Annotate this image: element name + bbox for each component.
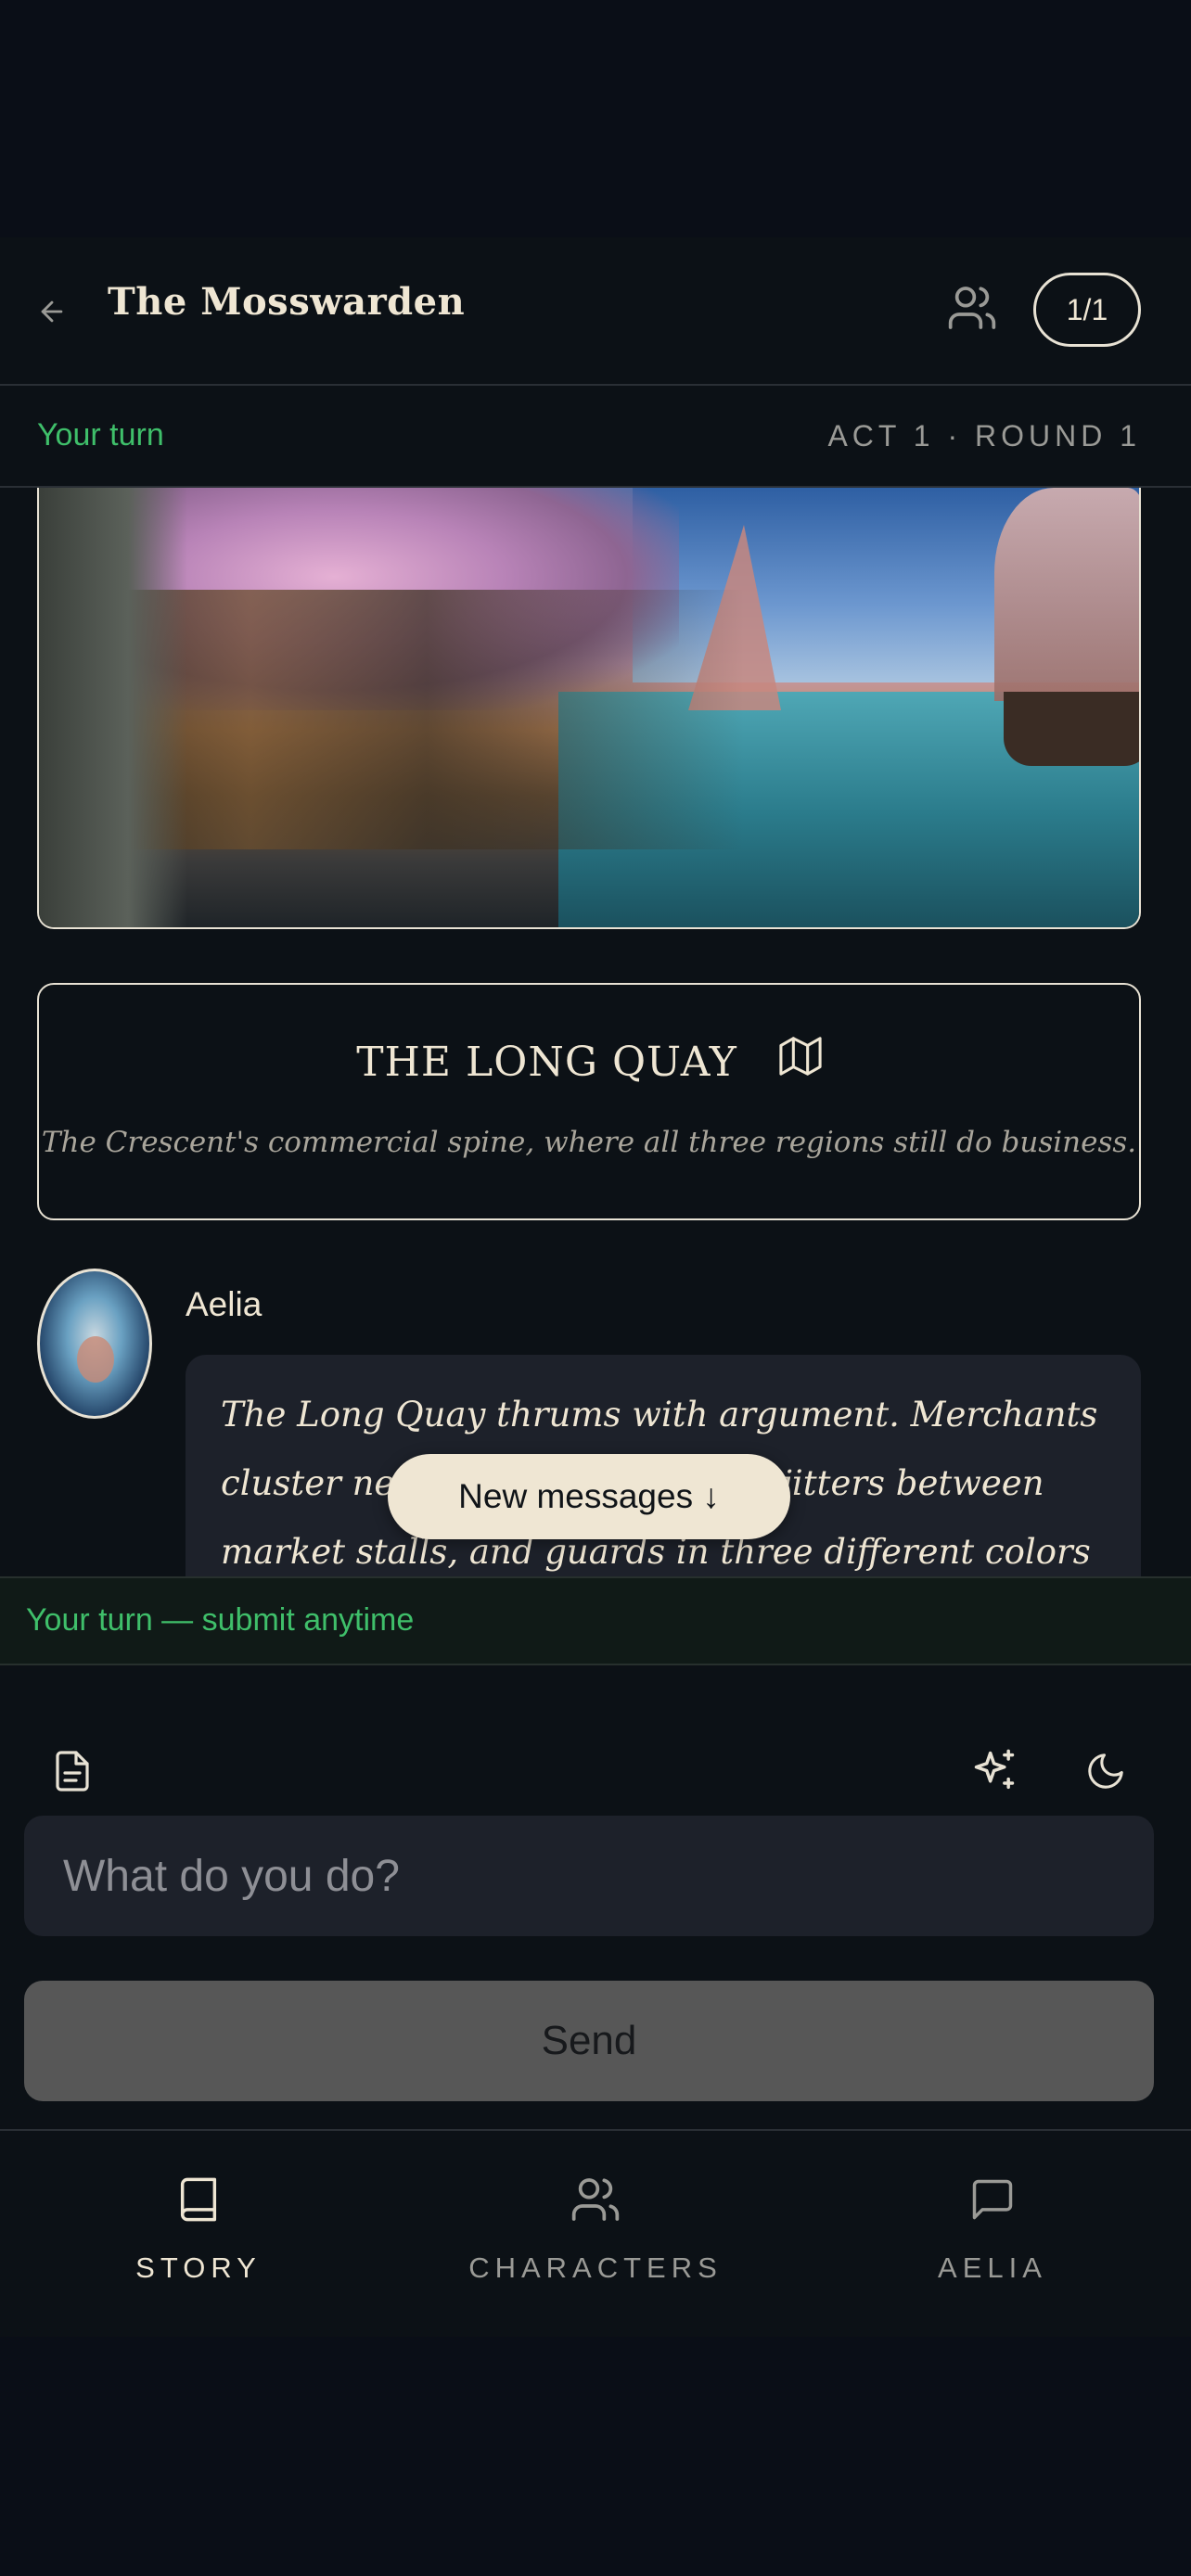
app-screen: The Mosswarden 1/1 Your turn ACT 1 · ROU…	[0, 237, 1191, 2337]
nav-item-aelia[interactable]: AELIA	[794, 2131, 1191, 2339]
users-icon	[568, 2172, 623, 2227]
page-title: The Mosswarden	[108, 280, 466, 324]
location-card: THE LONG QUAY The Crescent's commercial …	[37, 983, 1141, 1220]
ai-suggest-button[interactable]	[965, 1741, 1024, 1801]
notes-button[interactable]	[43, 1741, 102, 1801]
location-title-text: THE LONG QUAY	[356, 1039, 737, 1086]
location-description: The Crescent's commercial spine, where a…	[41, 1126, 1137, 1159]
location-title: THE LONG QUAY	[39, 1037, 1139, 1088]
nav-item-story[interactable]: STORY	[0, 2131, 397, 2339]
player-count-badge[interactable]: 1/1	[1033, 273, 1141, 347]
action-input[interactable]	[24, 1816, 1154, 1936]
new-messages-button[interactable]: New messages ↓	[388, 1454, 790, 1539]
nav-label-characters: CHARACTERS	[468, 2251, 723, 2284]
turn-label: Your turn	[37, 417, 164, 453]
users-icon	[948, 287, 996, 329]
night-mode-button[interactable]	[1076, 1741, 1135, 1801]
message-speaker: Aelia	[186, 1285, 263, 1323]
nav-item-characters[interactable]: CHARACTERS	[397, 2131, 794, 2339]
message-square-icon	[965, 2172, 1020, 2227]
avatar-face	[77, 1336, 114, 1383]
scene-ship-sail	[994, 488, 1139, 701]
back-button[interactable]	[33, 286, 70, 338]
arrow-left-icon	[41, 300, 63, 323]
submit-status-bar: Your turn — submit anytime	[0, 1576, 1191, 1665]
top-header: The Mosswarden 1/1	[0, 237, 1191, 386]
nav-label-story: STORY	[135, 2251, 262, 2284]
map-icon[interactable]	[779, 1035, 822, 1088]
turn-status-bar: Your turn ACT 1 · ROUND 1	[0, 388, 1191, 488]
round-label: ACT 1 · ROUND 1	[827, 419, 1141, 453]
send-button[interactable]: Send	[24, 1981, 1154, 2101]
scene-image	[37, 488, 1141, 929]
sparkles-icon	[974, 1749, 1015, 1790]
nav-label-aelia: AELIA	[938, 2251, 1047, 2284]
scene-ship-hull	[1004, 692, 1139, 766]
bottom-nav: STORY CHARACTERS AELIA	[0, 2129, 1191, 2337]
scene-foreground-figure	[39, 488, 187, 927]
book-icon	[171, 2172, 226, 2227]
document-icon	[56, 1751, 89, 1792]
submit-status-text: Your turn — submit anytime	[26, 1602, 415, 1638]
players-button[interactable]	[942, 278, 1002, 338]
moon-icon	[1088, 1753, 1123, 1789]
avatar[interactable]	[37, 1269, 152, 1419]
